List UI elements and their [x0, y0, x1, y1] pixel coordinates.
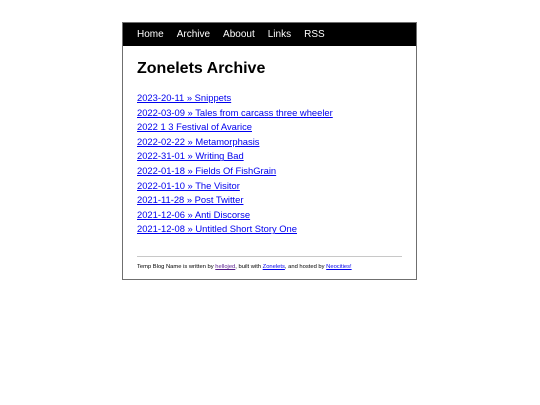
site-footer: Temp Blog Name is written by hellojed, b… [137, 263, 402, 271]
nav-about-link[interactable]: Aboout [223, 23, 255, 46]
archive-entry-link[interactable]: 2022-02-22 » Metamorphasis [137, 136, 259, 147]
archive-item: 2022-01-18 » Fields Of FishGrain [137, 164, 402, 179]
nav-links-link[interactable]: Links [268, 23, 291, 46]
footer-text: , built with [235, 263, 263, 270]
archive-entry-link[interactable]: 2022-01-18 » Fields Of FishGrain [137, 165, 276, 176]
archive-entry-link[interactable]: 2022-01-10 » The Visitor [137, 180, 240, 191]
archive-item: 2022-03-09 » Tales from carcass three wh… [137, 106, 402, 121]
neocities-link[interactable]: Neocities! [326, 264, 351, 270]
main-content: Zonelets Archive 2023-20-11 » Snippets 2… [123, 59, 416, 271]
page-container: Home Archive Aboout Links RSS Zonelets A… [122, 22, 417, 280]
archive-item: 2022-02-22 » Metamorphasis [137, 135, 402, 150]
archive-entry-link[interactable]: 2021-11-28 » Post Twitter [137, 194, 243, 205]
archive-entry-link[interactable]: 2022-31-01 » Writing Bad [137, 150, 244, 161]
archive-item: 2022-01-10 » The Visitor [137, 179, 402, 194]
archive-item: 2023-20-11 » Snippets [137, 91, 402, 106]
archive-item: 2021-12-06 » Anti Discorse [137, 208, 402, 223]
archive-list: 2023-20-11 » Snippets 2022-03-09 » Tales… [137, 91, 402, 237]
archive-entry-link[interactable]: 2022 1 3 Festival of Avarice [137, 121, 252, 132]
archive-entry-link[interactable]: 2021-12-08 » Untitled Short Story One [137, 223, 297, 234]
top-nav: Home Archive Aboout Links RSS [123, 23, 416, 46]
archive-item: 2022-31-01 » Writing Bad [137, 149, 402, 164]
footer-divider [137, 255, 402, 257]
archive-entry-link[interactable]: 2023-20-11 » Snippets [137, 92, 231, 103]
nav-rss-link[interactable]: RSS [304, 23, 325, 46]
nav-archive-link[interactable]: Archive [177, 23, 210, 46]
page-title: Zonelets Archive [137, 60, 266, 77]
archive-item: 2021-12-08 » Untitled Short Story One [137, 222, 402, 237]
footer-text: , and hosted by [284, 263, 327, 270]
archive-entry-link[interactable]: 2021-12-06 » Anti Discorse [137, 209, 250, 220]
nav-home-link[interactable]: Home [137, 23, 164, 46]
author-link[interactable]: hellojed [215, 264, 235, 270]
archive-item: 2021-11-28 » Post Twitter [137, 193, 402, 208]
archive-entry-link[interactable]: 2022-03-09 » Tales from carcass three wh… [137, 107, 333, 118]
zonelets-link[interactable]: Zonelets [263, 264, 285, 270]
footer-text: Temp Blog Name is written by [137, 263, 216, 270]
archive-item: 2022 1 3 Festival of Avarice [137, 120, 402, 135]
